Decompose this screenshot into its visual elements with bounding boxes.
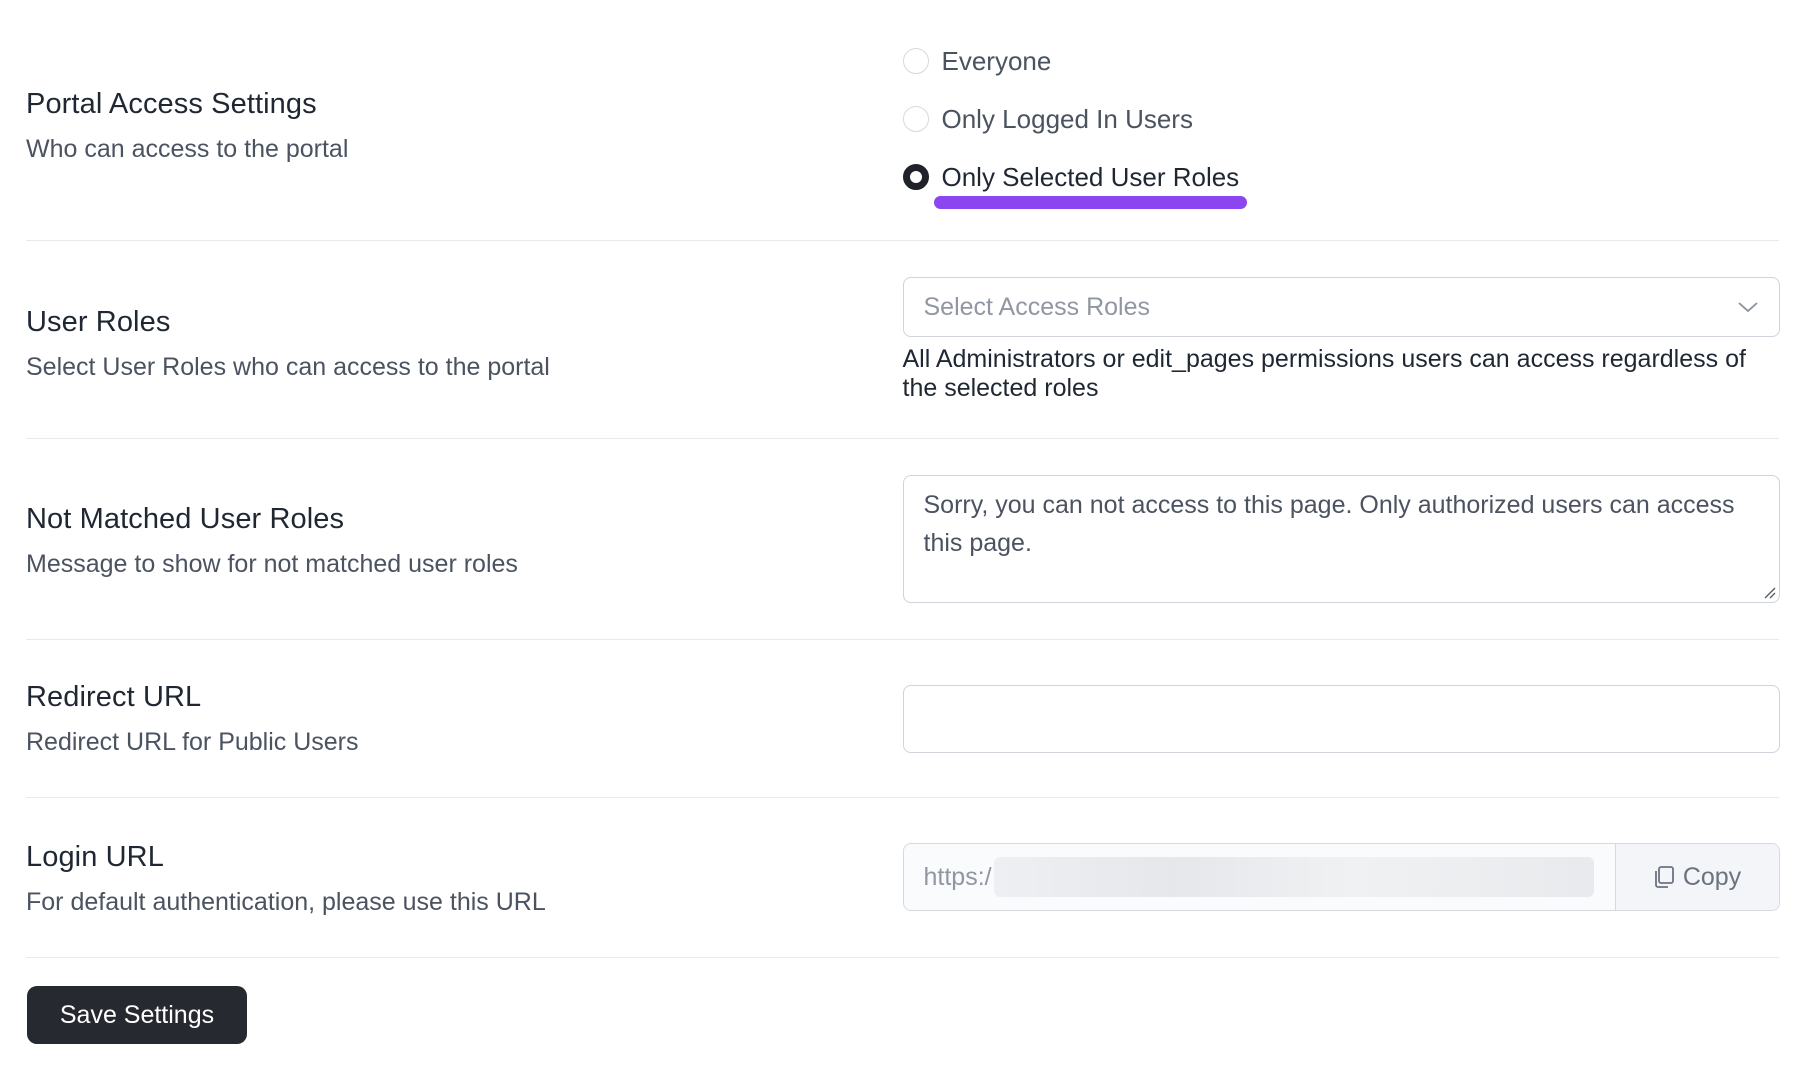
not-matched-label-group: Not Matched User Roles Message to show f… (26, 439, 903, 639)
user-roles-help-text: All Administrators or edit_pages permiss… (902, 345, 1746, 402)
login-url-control: https:/ Copy (902, 798, 1780, 957)
login-url-input-group: https:/ Copy (902, 843, 1780, 911)
portal-access-row: Portal Access Settings Who can access to… (26, 0, 1779, 241)
redacted-url-blur (993, 857, 1594, 897)
user-roles-description: Select User Roles who can access to the … (26, 352, 550, 381)
portal-access-options: Everyone Only Logged In Users Only Selec… (902, 0, 1780, 240)
save-settings-button[interactable]: Save Settings (27, 986, 247, 1044)
portal-access-description: Who can access to the portal (26, 135, 349, 163)
user-roles-row: User Roles Select User Roles who can acc… (26, 241, 1780, 439)
portal-access-label-group: Portal Access Settings Who can access to… (26, 0, 903, 240)
redirect-url-description: Redirect URL for Public Users (26, 727, 359, 756)
redirect-url-label-group: Redirect URL Redirect URL for Public Use… (26, 640, 903, 797)
redirect-url-control (902, 640, 1780, 797)
not-matched-message-textarea[interactable]: Sorry, you can not access to this page. … (902, 475, 1780, 603)
access-roles-select[interactable]: Select Access Roles (902, 277, 1780, 337)
save-area: Save Settings (26, 958, 1779, 1058)
chevron-down-icon (1737, 302, 1758, 313)
redirect-url-input[interactable] (902, 685, 1780, 753)
login-url-description: For default authentication, please use t… (26, 887, 546, 916)
login-url-label-group: Login URL For default authentication, pl… (26, 798, 903, 957)
portal-access-title: Portal Access Settings (26, 88, 317, 120)
radio-everyone[interactable]: Everyone (902, 44, 1240, 78)
copy-button-label: Copy (1682, 862, 1742, 891)
login-url-prefix: https:/ (923, 862, 992, 891)
radio-circle-logged-in-users[interactable] (902, 106, 929, 132)
radio-label-logged-in-users: Only Logged In Users (941, 103, 1193, 134)
radio-label-everyone: Everyone (941, 45, 1052, 76)
user-roles-control: Select Access Roles All Administrators o… (902, 241, 1780, 438)
radio-label-selected-user-roles: Only Selected User Roles (941, 161, 1240, 192)
portal-settings-page: Portal Access Settings Who can access to… (0, 0, 1820, 1078)
radio-logged-in-users[interactable]: Only Logged In Users (902, 102, 1240, 136)
selection-highlight-underline (933, 196, 1247, 209)
redirect-url-row: Redirect URL Redirect URL for Public Use… (26, 640, 1780, 798)
copy-icon (1654, 866, 1674, 888)
login-url-row: Login URL For default authentication, pl… (26, 798, 1780, 958)
login-url-title: Login URL (26, 840, 164, 873)
redirect-url-title: Redirect URL (26, 680, 202, 713)
not-matched-control: Sorry, you can not access to this page. … (902, 439, 1780, 639)
radio-circle-everyone[interactable] (902, 48, 929, 74)
access-roles-placeholder: Select Access Roles (923, 292, 1151, 321)
radio-selected-user-roles[interactable]: Only Selected User Roles (902, 160, 1240, 194)
user-roles-label-group: User Roles Select User Roles who can acc… (26, 241, 903, 438)
login-url-field[interactable]: https:/ (904, 844, 1615, 910)
copy-url-button[interactable]: Copy (1614, 844, 1779, 910)
not-matched-row: Not Matched User Roles Message to show f… (26, 439, 1780, 640)
radio-circle-selected-user-roles[interactable] (902, 164, 929, 190)
resize-handle-icon[interactable] (1762, 585, 1776, 599)
not-matched-title: Not Matched User Roles (26, 503, 345, 535)
not-matched-description: Message to show for not matched user rol… (26, 550, 518, 578)
not-matched-message-text: Sorry, you can not access to this page. … (923, 491, 1735, 557)
user-roles-title: User Roles (26, 305, 171, 338)
